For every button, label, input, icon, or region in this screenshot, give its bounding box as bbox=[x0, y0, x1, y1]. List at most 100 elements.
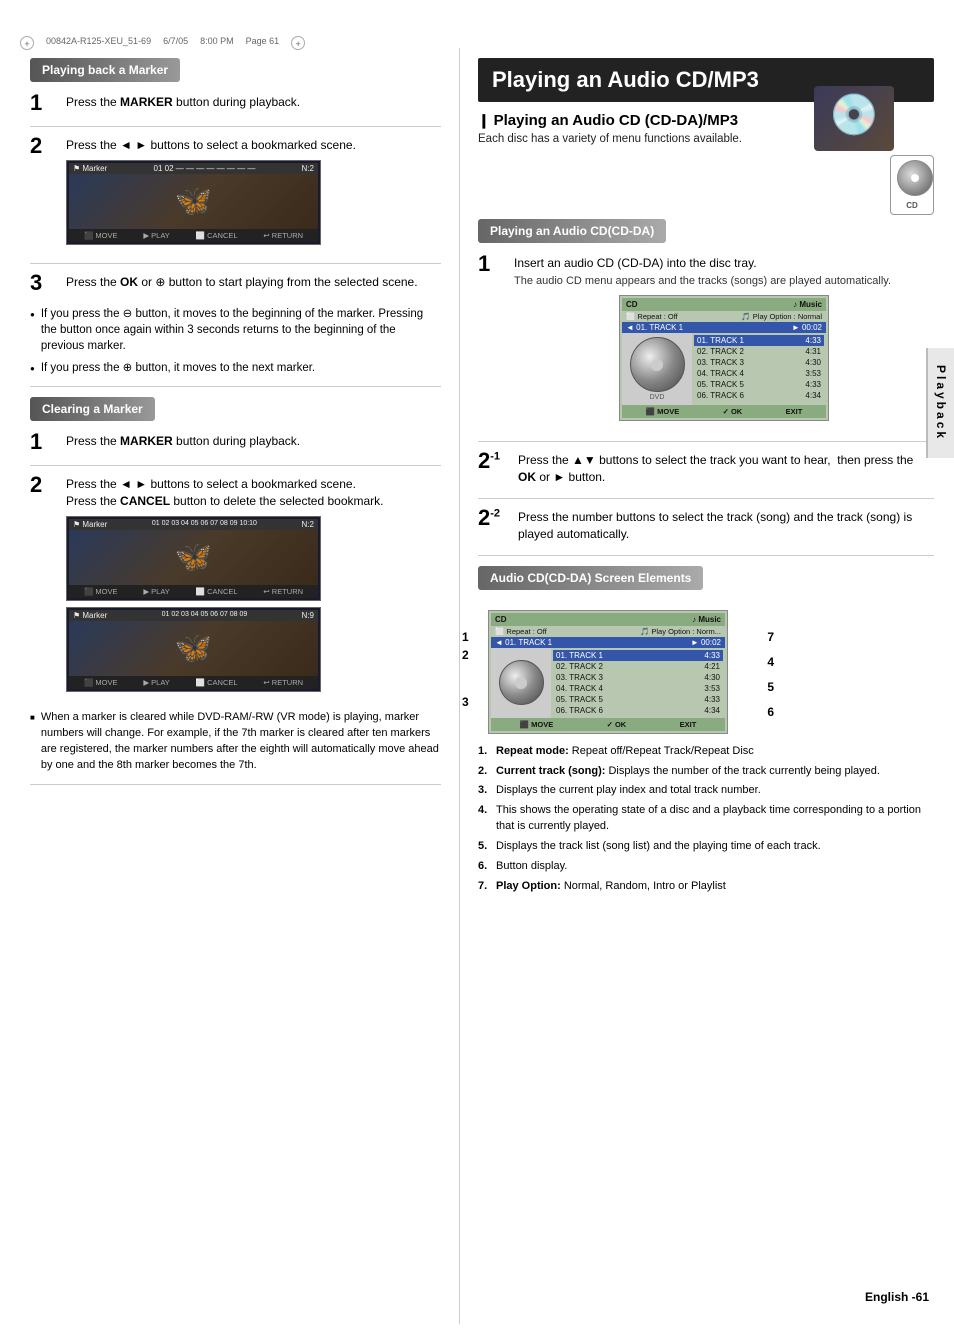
bullet-2: If you press the ⊕ button, it moves to t… bbox=[30, 360, 441, 376]
step-1-text: Press the MARKER button during playback. bbox=[66, 95, 300, 109]
clear-step-2-content: Press the ◄ ► buttons to select a bookma… bbox=[66, 476, 441, 698]
divider-2 bbox=[30, 263, 441, 264]
legend-text-5: Displays the track list (song list) and … bbox=[496, 839, 821, 855]
track-3-name-2: 03. TRACK 3 bbox=[556, 673, 603, 682]
marker-label-a: ⚑ Marker bbox=[73, 611, 107, 620]
return-btn: ↩ RETURN bbox=[263, 231, 303, 240]
footer-exit: EXIT bbox=[786, 407, 803, 416]
main-title-box: Playing an Audio CD/MP3 💿 bbox=[478, 58, 934, 102]
cdda-step-22: 2-2 Press the number buttons to select t… bbox=[478, 509, 934, 543]
cd-label: CD bbox=[897, 201, 927, 210]
step-3-playback: 3 Press the OK or ⊕ button to start play… bbox=[30, 274, 441, 294]
step-2-text: Press the ◄ ► buttons to select a bookma… bbox=[66, 138, 356, 152]
cd-track-highlight-2: ◄ 01. TRACK 1 ► 00:02 bbox=[491, 637, 725, 648]
marker-screen-before: ⚑ Marker 01 02 03 04 05 06 07 08 09 10:1… bbox=[66, 516, 321, 601]
step-3-content: Press the OK or ⊕ button to start playin… bbox=[66, 274, 441, 291]
cd-repeat: ⬜ Repeat : Off bbox=[626, 312, 678, 321]
cd-play-option-2: 🎵 Play Option : Norm... bbox=[640, 627, 721, 636]
cd-screen-header-2: CD ♪ Music bbox=[491, 613, 725, 626]
cd-screen-mockup: CD ♪ Music ⬜ Repeat : Off 🎵 Play Option … bbox=[619, 295, 829, 421]
legend-1: 1. Repeat mode: Repeat off/Repeat Track/… bbox=[478, 744, 934, 760]
crosshair-icon: + bbox=[20, 36, 34, 50]
cd-track-highlight: ◄ 01. TRACK 1 ► 00:02 bbox=[622, 322, 826, 333]
marker-numbers: 01 02 — — — — — — — — bbox=[154, 164, 256, 173]
callout-6: 6 bbox=[767, 705, 774, 719]
return-b: ↩ RETURN bbox=[263, 587, 303, 596]
footer-move: ⬛ MOVE bbox=[646, 407, 680, 416]
marker-n: N:2 bbox=[302, 164, 314, 173]
footer-move-2: ⬛ MOVE bbox=[520, 720, 554, 729]
callout-7: 7 bbox=[767, 630, 774, 644]
cd-screen-header: CD ♪ Music bbox=[622, 298, 826, 311]
step-2-playback: 2 Press the ◄ ► buttons to select a book… bbox=[30, 137, 441, 251]
cd-track-5: 05. TRACK 5 4:33 bbox=[694, 379, 824, 390]
callout-1: 1 bbox=[462, 630, 469, 644]
section-cd-da: Playing an Audio CD(CD-DA) 1 Insert an a… bbox=[478, 219, 934, 542]
cdda-step-1-text: Insert an audio CD (CD-DA) into the disc… bbox=[514, 256, 891, 287]
clearing-sq-bullets: When a marker is cleared while DVD-RAM/-… bbox=[30, 710, 441, 774]
clear-step-2: 2 Press the ◄ ► buttons to select a book… bbox=[30, 476, 441, 698]
cd-highlight-time: ► 00:02 bbox=[792, 323, 822, 332]
marker-label-b: ⚑ Marker bbox=[73, 520, 107, 529]
marker-header-after: ⚑ Marker 01 02 03 04 05 06 07 08 09 N:9 bbox=[69, 610, 318, 621]
legend-num-1: 1. bbox=[478, 744, 496, 760]
cd-icon bbox=[897, 160, 933, 196]
marker-screen-after: ⚑ Marker 01 02 03 04 05 06 07 08 09 N:9 … bbox=[66, 607, 321, 692]
cd-highlight-time-2: ► 00:02 bbox=[691, 638, 721, 647]
marker-n-a: N:9 bbox=[302, 611, 314, 620]
section-playing-back-marker: Playing back a Marker 1 Press the MARKER… bbox=[30, 58, 441, 376]
cdda-divider-1 bbox=[478, 441, 934, 442]
cd-track-3-2: 03. TRACK 3 4:30 bbox=[553, 672, 723, 683]
crosshair-icon-right: + bbox=[291, 36, 305, 50]
move-b: ⬛ MOVE bbox=[84, 587, 118, 596]
track-2-name: 02. TRACK 2 bbox=[697, 347, 744, 356]
legend-5: 5. Displays the track list (song list) a… bbox=[478, 839, 934, 855]
footer-ok: ✓ OK bbox=[723, 407, 743, 416]
track-1-name: 01. TRACK 1 bbox=[697, 336, 744, 345]
cd-header-left-2: CD bbox=[495, 615, 507, 624]
playback-sidebar: Playback bbox=[926, 348, 954, 458]
cd-track-list-2: 01. TRACK 1 4:33 02. TRACK 2 4:21 03. TR… bbox=[551, 648, 725, 718]
section-clearing-marker: Clearing a Marker 1 Press the MARKER but… bbox=[30, 397, 441, 773]
sq-bullet-1-text: When a marker is cleared while DVD-RAM/-… bbox=[41, 710, 441, 774]
cd-play-option: 🎵 Play Option : Normal bbox=[741, 312, 822, 321]
marker-footer-before: ⬛ MOVE ▶ PLAY ⬜ CANCEL ↩ RETURN bbox=[69, 585, 318, 598]
track-5-name: 05. TRACK 5 bbox=[697, 380, 744, 389]
callout-4: 4 bbox=[767, 655, 774, 669]
legend-4: 4. This shows the operating state of a d… bbox=[478, 803, 934, 835]
track-6-time-2: 4:34 bbox=[704, 706, 720, 715]
cancel-b: ⬜ CANCEL bbox=[196, 587, 238, 596]
cancel-btn: ⬜ CANCEL bbox=[196, 231, 238, 240]
track-4-time-2: 3:53 bbox=[704, 684, 720, 693]
track-2-time: 4:31 bbox=[805, 347, 821, 356]
dvd-label: DVD bbox=[630, 394, 685, 401]
section-banner-playing-back: Playing back a Marker bbox=[30, 58, 180, 82]
file-info: 00842A-R125-XEU_51-69 bbox=[46, 36, 151, 50]
two-screens-area: ⚑ Marker 01 02 03 04 05 06 07 08 09 10:1… bbox=[66, 516, 441, 692]
step-3-text: Press the OK or ⊕ button to start playin… bbox=[66, 275, 418, 289]
bullet-1: If you press the ⊖ button, it moves to t… bbox=[30, 306, 441, 354]
cdda-step-21-content: Press the ▲▼ buttons to select the track… bbox=[518, 452, 934, 486]
marker-screen-img: 🦋 bbox=[69, 174, 318, 229]
legend-num-7: 7. bbox=[478, 879, 496, 895]
move-a: ⬛ MOVE bbox=[84, 678, 118, 687]
cdda-step-1: 1 Insert an audio CD (CD-DA) into the di… bbox=[478, 255, 934, 429]
legend-text-3: Displays the current play index and tota… bbox=[496, 783, 761, 799]
legend-num-4: 4. bbox=[478, 803, 496, 835]
legend-text-6: Button display. bbox=[496, 859, 567, 875]
marker-footer-after: ⬛ MOVE ▶ PLAY ⬜ CANCEL ↩ RETURN bbox=[69, 676, 318, 689]
cd-track-4-2: 04. TRACK 4 3:53 bbox=[553, 683, 723, 694]
cd-track-list: 01. TRACK 1 4:33 02. TRACK 2 4:31 03. TR… bbox=[692, 333, 826, 405]
file-page: Page 61 bbox=[246, 36, 280, 50]
marker-footer: ⬛ MOVE ▶ PLAY ⬜ CANCEL ↩ RETURN bbox=[69, 229, 318, 242]
marker-n-b: N:2 bbox=[302, 520, 314, 529]
butterfly-icon-3: 🦋 bbox=[175, 631, 212, 666]
legend-text-4: This shows the operating state of a disc… bbox=[496, 803, 934, 835]
marker-label: ⚑ Marker bbox=[73, 164, 107, 173]
track-5-time-2: 4:33 bbox=[704, 695, 720, 704]
cdda-step-22-content: Press the number buttons to select the t… bbox=[518, 509, 934, 543]
bullet-2-text: If you press the ⊕ button, it moves to t… bbox=[41, 360, 315, 376]
track-1-time-2: 4:33 bbox=[704, 651, 720, 660]
step-2-content: Press the ◄ ► buttons to select a bookma… bbox=[66, 137, 441, 251]
track-1-time: 4:33 bbox=[805, 336, 821, 345]
